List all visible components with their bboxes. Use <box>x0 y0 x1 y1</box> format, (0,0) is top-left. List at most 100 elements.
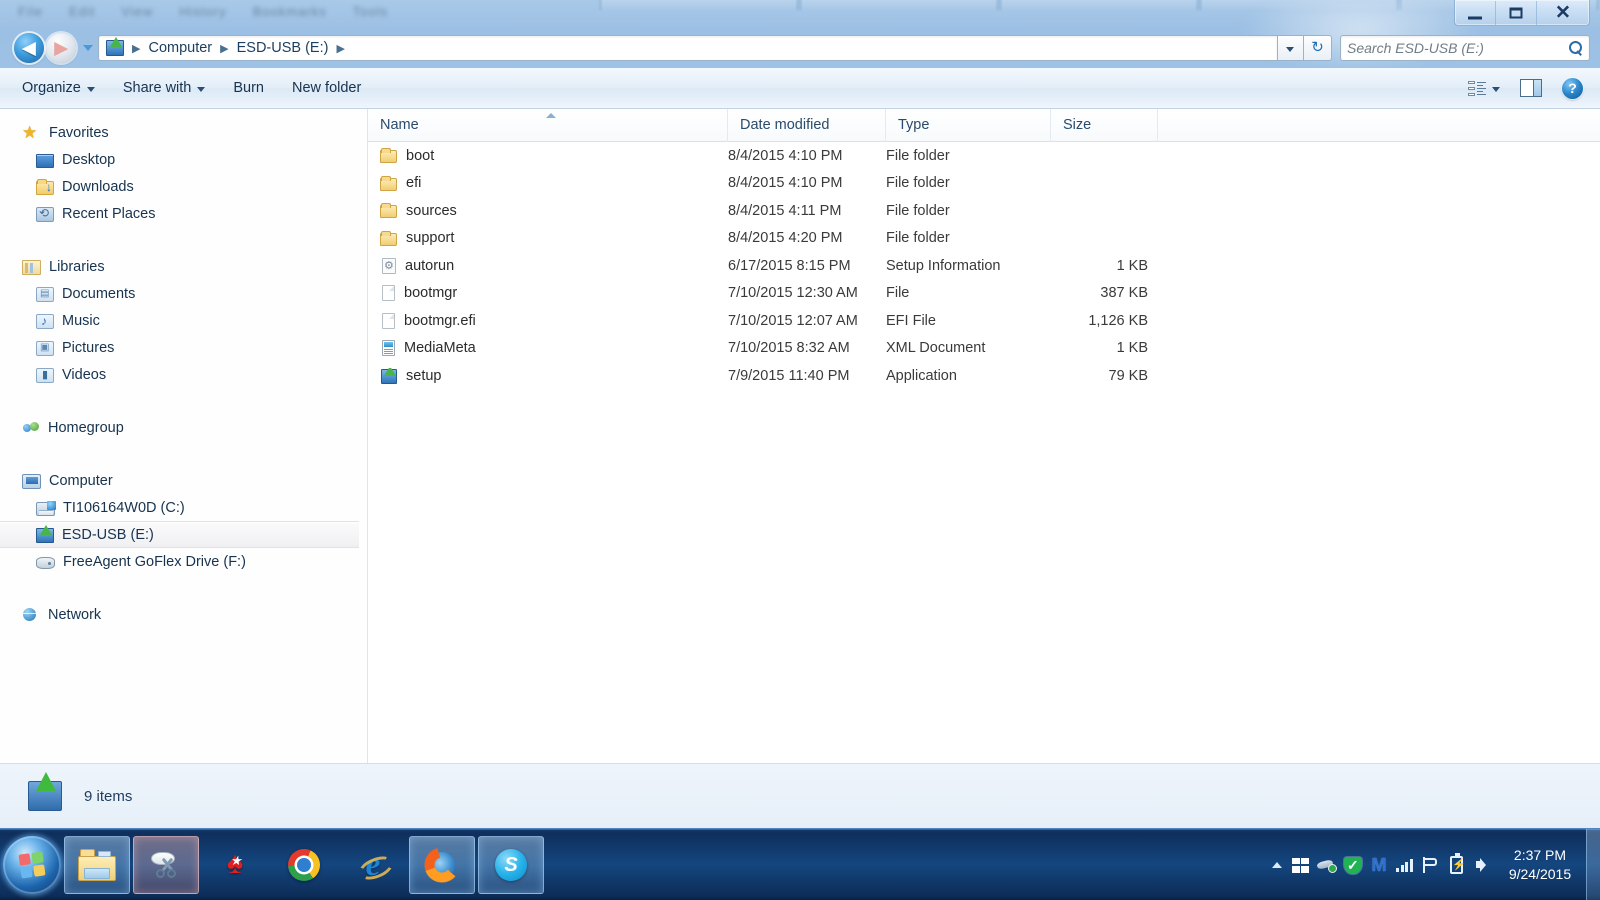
table-row[interactable]: bootmgr 7/10/2015 12:30 AM File 387 KB <box>368 280 1600 308</box>
sidebar-item-recent-places[interactable]: Recent Places <box>0 200 367 227</box>
minimize-button[interactable] <box>1455 1 1496 25</box>
sidebar-item-homegroup[interactable]: Homegroup <box>0 414 367 441</box>
table-row[interactable]: MediaMeta 7/10/2015 8:32 AM XML Document… <box>368 335 1600 363</box>
sidebar-item-documents[interactable]: Documents <box>0 280 367 307</box>
minimize-icon <box>1468 16 1482 19</box>
help-icon: ? <box>1562 78 1583 99</box>
taskbar-item-internet-explorer[interactable]: e <box>340 836 406 894</box>
explorer-body: ★ Favorites Desktop Downloads Recent Pla… <box>0 109 1600 763</box>
table-row[interactable]: bootmgr.efi 7/10/2015 12:07 AM EFI File … <box>368 307 1600 335</box>
help-button[interactable]: ? <box>1553 73 1592 103</box>
file-name-cell: boot <box>368 148 728 164</box>
address-history-chevron-down-icon[interactable] <box>1278 35 1304 61</box>
sidebar-item-drive-c[interactable]: TI106164W0D (C:) <box>0 494 367 521</box>
table-row[interactable]: boot 8/4/2015 4:10 PM File folder <box>368 142 1600 170</box>
libraries-icon <box>22 260 41 275</box>
close-button[interactable]: ✕ <box>1537 1 1589 25</box>
chevron-down-icon <box>87 87 95 92</box>
videos-library-icon <box>36 368 54 383</box>
skype-icon: S <box>495 849 527 881</box>
sidebar-item-favorites[interactable]: ★ Favorites <box>0 119 367 146</box>
table-row[interactable]: support 8/4/2015 4:20 PM File folder <box>368 225 1600 253</box>
breadcrumb[interactable]: ▶ Computer ▶ ESD-USB (E:) ▶ <box>98 35 1278 61</box>
clock[interactable]: 2:37 PM 9/24/2015 <box>1496 836 1584 894</box>
letter-m-icon: M <box>1370 857 1388 874</box>
volume-icon[interactable] <box>1470 845 1496 885</box>
sidebar-item-desktop[interactable]: Desktop <box>0 146 367 173</box>
item-count-label: 9 items <box>84 788 132 805</box>
forward-button[interactable]: ▶ <box>46 33 76 63</box>
file-date: 8/4/2015 4:10 PM <box>728 148 886 164</box>
get-windows-10-icon[interactable] <box>1288 845 1314 885</box>
downloads-folder-icon <box>36 181 54 195</box>
column-headers: Name Date modified Type Size <box>368 109 1600 142</box>
sidebar-item-music[interactable]: Music <box>0 307 367 334</box>
taskbar-item-skype[interactable]: S <box>478 836 544 894</box>
file-name: sources <box>406 203 457 219</box>
column-header-type[interactable]: Type <box>886 109 1051 142</box>
taskbar-item-pokerstars[interactable]: ♠★ <box>202 836 268 894</box>
usb-drive-icon <box>36 528 54 543</box>
show-hidden-icons-chevron-up-icon[interactable] <box>1266 845 1288 885</box>
table-row[interactable]: sources 8/4/2015 4:11 PM File folder <box>368 197 1600 225</box>
change-view-button[interactable] <box>1459 73 1509 103</box>
sidebar-label-favorites: Favorites <box>49 125 109 141</box>
file-name: setup <box>406 368 441 384</box>
breadcrumb-separator-icon: ▶ <box>129 42 143 55</box>
recent-pages-chevron-down-icon[interactable] <box>80 38 96 58</box>
sidebar-item-downloads[interactable]: Downloads <box>0 173 367 200</box>
network-icon <box>22 607 40 623</box>
organize-button[interactable]: Organize <box>8 73 109 103</box>
usb-drive-icon <box>106 40 124 56</box>
sidebar-label-pictures: Pictures <box>62 340 114 356</box>
action-center-flag-icon[interactable] <box>1418 845 1444 885</box>
file-date: 6/17/2015 8:15 PM <box>728 258 886 274</box>
sidebar-item-network[interactable]: Network <box>0 601 367 628</box>
sidebar-item-videos[interactable]: Videos <box>0 361 367 388</box>
column-header-name[interactable]: Name <box>368 109 728 142</box>
nav-group-computer: Computer TI106164W0D (C:) ESD-USB (E:) F… <box>0 467 367 575</box>
share-with-button[interactable]: Share with <box>109 73 220 103</box>
taskbar-item-google-chrome[interactable] <box>271 836 337 894</box>
chevron-down-icon <box>197 87 205 92</box>
file-name: autorun <box>405 258 454 274</box>
breadcrumb-item-esd-usb[interactable]: ESD-USB (E:) <box>232 38 334 58</box>
table-row[interactable]: setup 7/9/2015 11:40 PM Application 79 K… <box>368 362 1600 390</box>
file-date: 8/4/2015 4:20 PM <box>728 230 886 246</box>
column-header-date-modified[interactable]: Date modified <box>728 109 886 142</box>
network-signal-icon[interactable] <box>1392 845 1418 885</box>
file-name: support <box>406 230 454 246</box>
burn-button[interactable]: Burn <box>219 73 278 103</box>
new-folder-button[interactable]: New folder <box>278 73 375 103</box>
show-desktop-button[interactable] <box>1586 829 1600 900</box>
antivirus-shield-icon[interactable] <box>1340 845 1366 885</box>
toolbar-right-group: ? <box>1459 73 1592 103</box>
refresh-button[interactable]: ↻ <box>1304 35 1332 61</box>
maximize-button[interactable] <box>1496 1 1537 25</box>
start-button[interactable] <box>3 836 61 894</box>
taskbar-item-windows-explorer[interactable] <box>64 836 130 894</box>
application-icon <box>381 369 397 384</box>
sidebar-label-documents: Documents <box>62 286 135 302</box>
malwarebytes-icon[interactable]: M <box>1366 845 1392 885</box>
sidebar-item-drive-e[interactable]: ESD-USB (E:) <box>0 521 359 548</box>
show-preview-pane-button[interactable] <box>1511 73 1551 103</box>
taskbar-item-snipping-tool[interactable] <box>133 836 199 894</box>
column-header-size[interactable]: Size <box>1051 109 1158 142</box>
sidebar-item-pictures[interactable]: Pictures <box>0 334 367 361</box>
back-button[interactable]: ◀ <box>14 33 44 63</box>
table-row[interactable]: efi 8/4/2015 4:10 PM File folder <box>368 170 1600 198</box>
setup-information-icon <box>382 258 396 274</box>
sidebar-item-libraries[interactable]: Libraries <box>0 253 367 280</box>
breadcrumb-item-computer[interactable]: Computer <box>143 38 217 58</box>
sidebar-item-computer[interactable]: Computer <box>0 467 367 494</box>
safely-remove-hardware-icon[interactable] <box>1314 845 1340 885</box>
breadcrumb-separator-icon: ▶ <box>217 42 231 55</box>
battery-charging-icon[interactable] <box>1444 845 1470 885</box>
file-date: 7/10/2015 12:30 AM <box>728 285 886 301</box>
table-row[interactable]: autorun 6/17/2015 8:15 PM Setup Informat… <box>368 252 1600 280</box>
sidebar-item-drive-f[interactable]: FreeAgent GoFlex Drive (F:) <box>0 548 367 575</box>
search-input[interactable]: Search ESD-USB (E:) <box>1340 35 1590 61</box>
blank-file-icon <box>382 313 395 329</box>
taskbar-item-mozilla-firefox[interactable] <box>409 836 475 894</box>
